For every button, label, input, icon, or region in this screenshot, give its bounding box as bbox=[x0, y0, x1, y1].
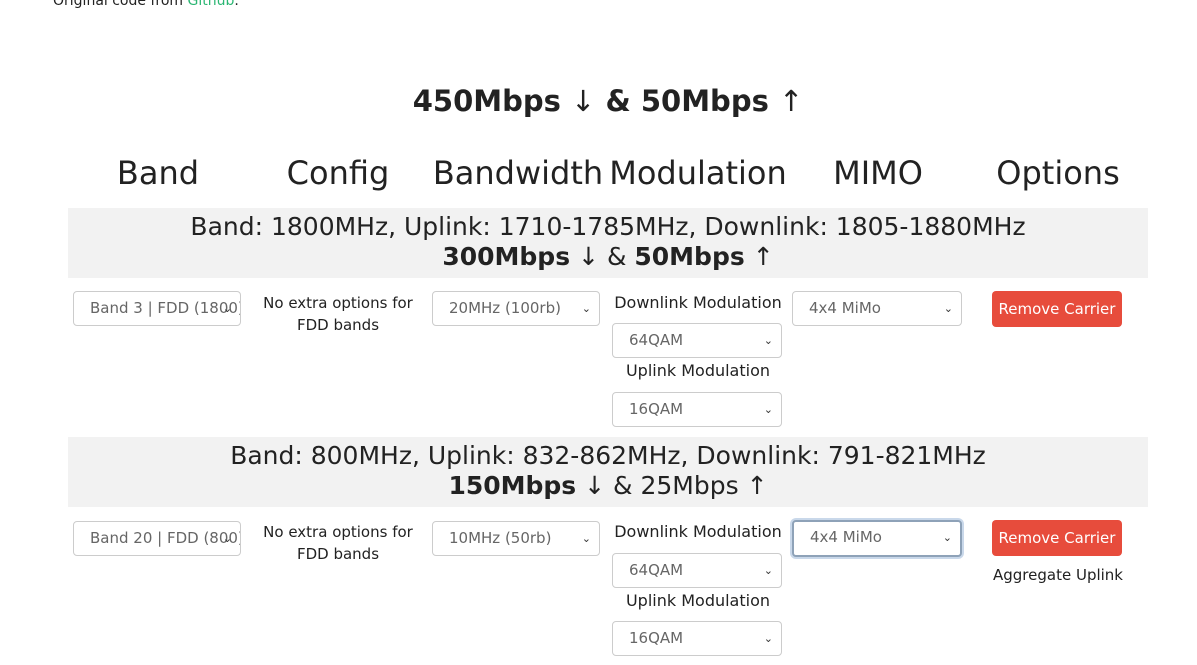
band-select[interactable]: Band 3 | FDD (1800) ⌄ bbox=[73, 291, 241, 326]
config-text: No extra options for FDD bands bbox=[263, 523, 413, 563]
chevron-down-icon: ⌄ bbox=[942, 531, 952, 544]
chevron-down-icon: ⌄ bbox=[763, 334, 773, 347]
total-amp: & bbox=[605, 84, 631, 118]
down-arrow-icon: ↓ bbox=[578, 242, 599, 271]
chevron-down-icon: ⌄ bbox=[222, 302, 232, 315]
chevron-down-icon: ⌄ bbox=[581, 302, 591, 315]
carrier-info: Band: 1800MHz, Uplink: 1710-1785MHz, Dow… bbox=[190, 212, 1026, 241]
chevron-down-icon: ⌄ bbox=[943, 302, 953, 315]
aggregate-uplink-label[interactable]: Aggregate Uplink bbox=[972, 564, 1144, 586]
chevron-down-icon: ⌄ bbox=[763, 403, 773, 416]
down-arrow-icon: ↓ bbox=[584, 471, 606, 500]
bandwidth-select-value: 10MHz (50rb) bbox=[449, 529, 552, 547]
band-select-value: Band 20 | FDD (800) bbox=[90, 529, 241, 547]
down-arrow-icon: ↓ bbox=[571, 84, 596, 118]
downlink-modulation-label: Downlink Modulation bbox=[614, 293, 782, 312]
carrier-info: Band: 800MHz, Uplink: 832-862MHz, Downli… bbox=[230, 441, 986, 470]
carrier-up: 50Mbps bbox=[634, 242, 745, 271]
carrier-info-bar: Band: 1800MHz, Uplink: 1710-1785MHz, Dow… bbox=[68, 208, 1148, 278]
mimo-select-value: 4x4 MiMo bbox=[810, 528, 882, 546]
up-arrow-icon: ↑ bbox=[752, 242, 774, 271]
band-select-value: Band 3 | FDD (1800) bbox=[90, 299, 241, 317]
total-up: 50Mbps bbox=[640, 84, 769, 118]
carrier-throughput: 150Mbps ↓ & 25Mbps ↑ bbox=[68, 471, 1148, 501]
carrier-up: 25Mbps bbox=[640, 471, 739, 500]
carrier-throughput: 300Mbps ↓ & 50Mbps ↑ bbox=[68, 242, 1148, 272]
uplink-modulation-value: 16QAM bbox=[629, 629, 684, 647]
mimo-select[interactable]: 4x4 MiMo ⌄ bbox=[792, 291, 962, 326]
header-band: Band bbox=[116, 154, 200, 192]
total-throughput: 450Mbps ↓ & 50Mbps ↑ bbox=[0, 84, 1197, 118]
carrier-amp: & bbox=[606, 242, 627, 271]
header-modulation: Modulation bbox=[609, 154, 787, 192]
uplink-modulation-label: Uplink Modulation bbox=[625, 361, 771, 380]
bandwidth-select[interactable]: 20MHz (100rb) ⌄ bbox=[432, 291, 600, 326]
chevron-down-icon: ⌄ bbox=[581, 532, 591, 545]
uplink-modulation-label: Uplink Modulation bbox=[625, 591, 771, 610]
credit-prefix: Original code from bbox=[53, 0, 188, 9]
carrier-down: 150Mbps bbox=[448, 471, 577, 500]
uplink-modulation-value: 16QAM bbox=[629, 400, 684, 418]
header-bandwidth: Bandwidth bbox=[432, 154, 604, 192]
uplink-modulation-select[interactable]: 16QAM ⌄ bbox=[612, 392, 782, 427]
header-config: Config bbox=[286, 154, 390, 192]
header-mimo: MIMO bbox=[833, 154, 923, 192]
chevron-down-icon: ⌄ bbox=[222, 532, 232, 545]
uplink-modulation-select[interactable]: 16QAM ⌄ bbox=[612, 621, 782, 656]
config-text: No extra options for FDD bands bbox=[263, 294, 413, 334]
carrier-down: 300Mbps bbox=[442, 242, 571, 271]
bandwidth-select[interactable]: 10MHz (50rb) ⌄ bbox=[432, 521, 600, 556]
downlink-modulation-value: 64QAM bbox=[629, 331, 684, 349]
downlink-modulation-label: Downlink Modulation bbox=[614, 522, 782, 541]
remove-carrier-button[interactable]: Remove Carrier bbox=[992, 520, 1122, 556]
remove-carrier-button[interactable]: Remove Carrier bbox=[992, 291, 1122, 327]
mimo-select-value: 4x4 MiMo bbox=[809, 299, 881, 317]
total-down: 450Mbps bbox=[412, 84, 561, 118]
bandwidth-select-value: 20MHz (100rb) bbox=[449, 299, 561, 317]
downlink-modulation-select[interactable]: 64QAM ⌄ bbox=[612, 323, 782, 358]
up-arrow-icon: ↑ bbox=[778, 84, 804, 118]
chevron-down-icon: ⌄ bbox=[763, 632, 773, 645]
carrier-info-bar: Band: 800MHz, Uplink: 832-862MHz, Downli… bbox=[68, 437, 1148, 507]
up-arrow-icon: ↑ bbox=[746, 471, 768, 500]
credit-suffix: . bbox=[234, 0, 239, 9]
carrier-amp: & bbox=[613, 471, 633, 500]
mimo-select[interactable]: 4x4 MiMo ⌄ bbox=[792, 520, 962, 557]
downlink-modulation-select[interactable]: 64QAM ⌄ bbox=[612, 553, 782, 588]
github-link[interactable]: Github bbox=[187, 0, 234, 9]
chevron-down-icon: ⌄ bbox=[763, 564, 773, 577]
credit-line: Original code from Github. bbox=[53, 0, 239, 9]
band-select[interactable]: Band 20 | FDD (800) ⌄ bbox=[73, 521, 241, 556]
header-options: Options bbox=[996, 154, 1120, 192]
downlink-modulation-value: 64QAM bbox=[629, 561, 684, 579]
